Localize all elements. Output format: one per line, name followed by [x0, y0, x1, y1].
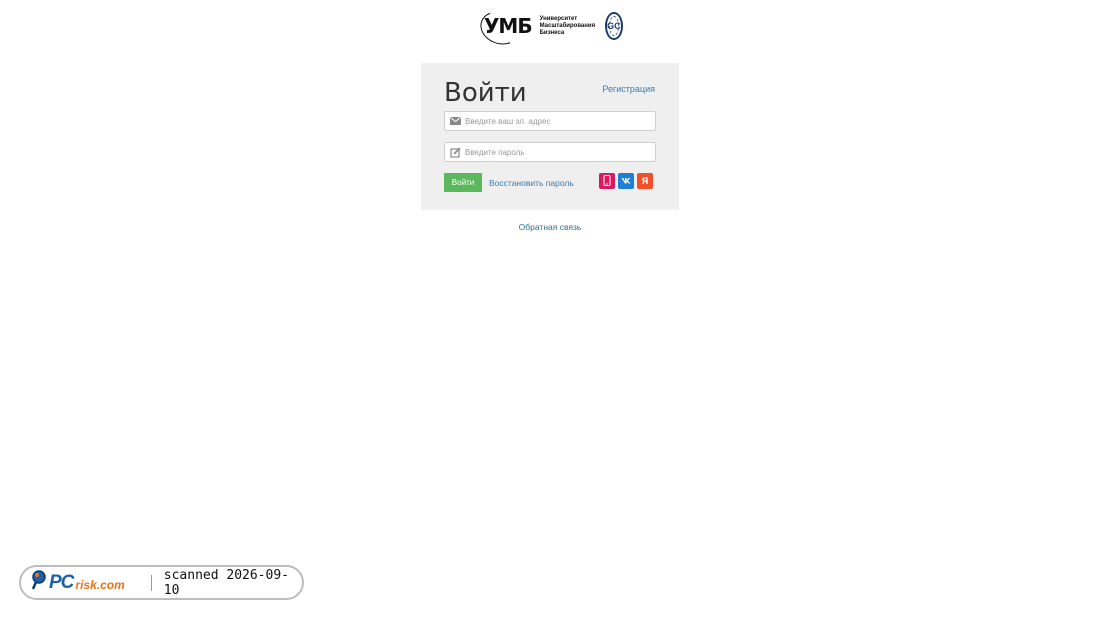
- scan-date-text: scanned 2026-09-10: [163, 567, 289, 598]
- pcrisk-brand-risk: risk.com: [75, 577, 125, 592]
- email-field-wrapper: [444, 111, 656, 131]
- email-input[interactable]: [465, 113, 645, 129]
- login-panel: Войти Регистрация Войти Восстановить пар…: [421, 63, 679, 210]
- pencil-icon: [445, 143, 465, 161]
- yandex-icon: Я: [641, 176, 649, 186]
- gc-badge-icon: GC: [605, 12, 623, 40]
- logo-abbr: УМБ: [484, 14, 533, 38]
- pcrisk-logo: PC risk.com: [31, 570, 147, 595]
- logo-line-3: Бизнеса: [539, 29, 565, 36]
- feedback-container: Обратная связь: [0, 222, 1100, 232]
- phone-login-button[interactable]: [599, 173, 615, 189]
- pcrisk-watermark: PC risk.com scanned 2026-09-10: [19, 565, 304, 600]
- feedback-link[interactable]: Обратная связь: [519, 222, 582, 232]
- gc-badge-text: GC: [607, 21, 621, 31]
- login-button[interactable]: Войти: [444, 173, 482, 192]
- magnifier-icon: [31, 570, 47, 595]
- yandex-login-button[interactable]: Я: [637, 173, 653, 189]
- logo-line-2: Масштабирования: [539, 22, 596, 29]
- site-logo[interactable]: УМБ Университет Масштабирования Бизнеса …: [482, 10, 623, 42]
- phone-icon: [603, 174, 611, 188]
- password-field-wrapper: [444, 142, 656, 162]
- pcrisk-brand-pc: PC: [49, 571, 74, 593]
- watermark-divider: [150, 574, 152, 591]
- password-input[interactable]: [465, 144, 645, 160]
- restore-password-link[interactable]: Восстановить пароль: [489, 178, 574, 188]
- login-title: Войти: [444, 78, 527, 108]
- logo-text: Университет Масштабирования Бизнеса: [540, 16, 596, 37]
- envelope-icon: [445, 112, 465, 130]
- vk-login-button[interactable]: [618, 173, 634, 189]
- vk-icon: [621, 176, 631, 186]
- register-link[interactable]: Регистрация: [602, 84, 655, 94]
- logo-line-1: Университет: [539, 15, 578, 22]
